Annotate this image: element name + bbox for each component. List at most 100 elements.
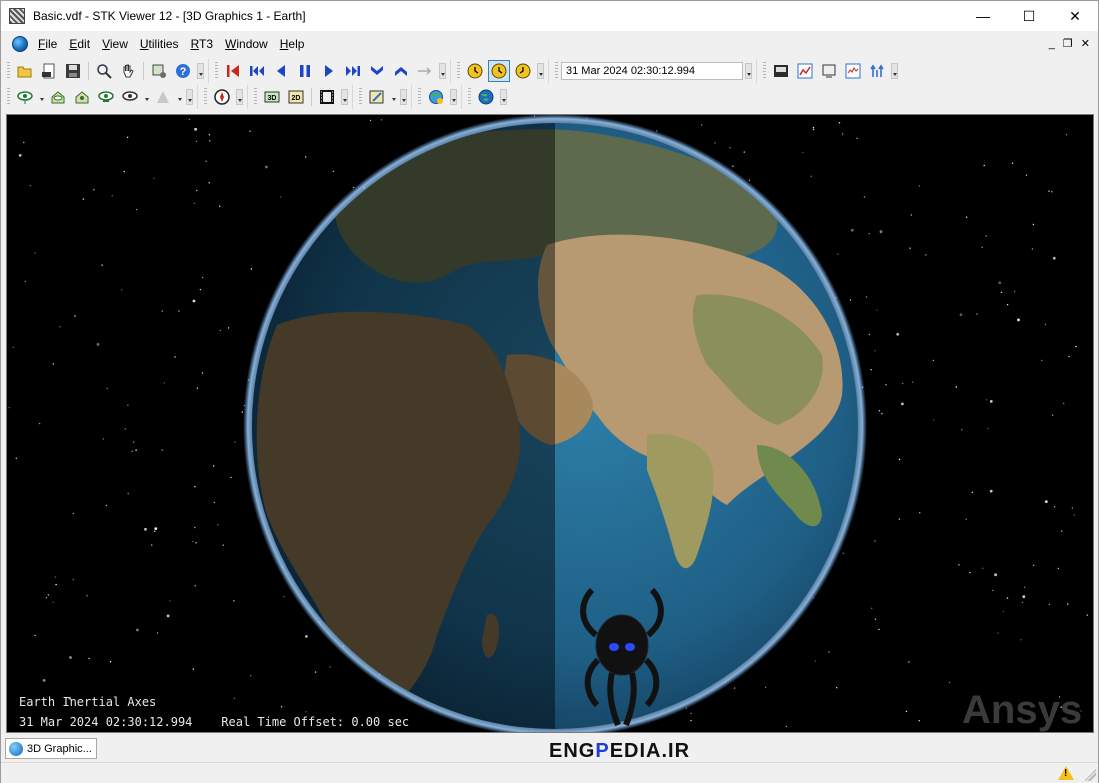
step-back-fast-button[interactable] (246, 60, 268, 82)
star (994, 573, 997, 577)
pause-button[interactable] (294, 60, 316, 82)
toolbar-grip[interactable] (215, 62, 218, 80)
clock-normal-icon (515, 63, 531, 79)
home-view-button[interactable] (47, 86, 69, 108)
earth-dropdown[interactable] (500, 89, 507, 105)
menu-edit[interactable]: Edit (63, 33, 96, 55)
open-folder-icon (17, 66, 32, 78)
toolbar-grip[interactable] (7, 62, 10, 80)
zoom-button[interactable] (93, 60, 115, 82)
star (909, 247, 911, 249)
mdi-minimize-button[interactable]: _ (1049, 33, 1055, 55)
strip-chart-button[interactable] (842, 60, 864, 82)
title-bar[interactable]: Basic.vdf - STK Viewer 12 - [3D Graphics… (1, 1, 1098, 31)
pan-button[interactable] (117, 60, 139, 82)
recent-views-button[interactable] (119, 86, 141, 108)
star (992, 589, 994, 592)
reset-button[interactable] (222, 60, 244, 82)
data-providers-button[interactable] (866, 60, 888, 82)
document-globe-icon[interactable] (12, 36, 28, 52)
toolbar-overflow-dropdown[interactable] (197, 63, 204, 79)
toolbar-grip[interactable] (763, 62, 766, 80)
toolbar-grip[interactable] (7, 88, 10, 106)
star (850, 228, 854, 232)
record-movie-button[interactable] (316, 86, 338, 108)
app-icon[interactable] (9, 8, 25, 24)
animation-time-field[interactable]: 31 Mar 2024 02:30:12.994 (561, 62, 743, 80)
star (15, 457, 17, 459)
orient-view-button[interactable] (71, 86, 93, 108)
help-button[interactable]: ? (172, 60, 194, 82)
new-3d-window-button[interactable]: 3D (261, 86, 283, 108)
map-properties-icon (369, 90, 384, 104)
menu-utilities[interactable]: Utilities (134, 33, 185, 55)
star (8, 406, 10, 409)
menu-window[interactable]: Window (219, 33, 274, 55)
menu-help[interactable]: Help (274, 33, 311, 55)
graphics-dropdown[interactable] (341, 89, 348, 105)
toolbar-grip[interactable] (254, 88, 257, 106)
view-from-dropdown[interactable] (39, 89, 46, 105)
toolbar-grip[interactable] (204, 88, 207, 106)
toolbar-grip[interactable] (359, 88, 362, 106)
toolbar-grip[interactable] (555, 62, 558, 80)
x-real-time-button[interactable] (464, 60, 486, 82)
star (202, 276, 204, 279)
store-view-icon (98, 91, 114, 102)
globe-manager-button[interactable] (425, 86, 447, 108)
minimize-button[interactable]: — (960, 1, 1006, 31)
properties-button[interactable] (148, 60, 170, 82)
star (82, 198, 85, 200)
time-field-dropdown[interactable] (745, 63, 752, 79)
step-forward-fast-button[interactable] (342, 60, 364, 82)
normal-time-button[interactable] (512, 60, 534, 82)
goto-button[interactable] (414, 60, 436, 82)
report-manager-button[interactable] (770, 60, 792, 82)
decrease-step-button[interactable] (366, 60, 388, 82)
open-button[interactable] (14, 60, 36, 82)
toolbar-grip[interactable] (457, 62, 460, 80)
new-2d-window-button[interactable]: 2D (285, 86, 307, 108)
globe-manager-dropdown[interactable] (450, 89, 457, 105)
recent-views-dropdown[interactable] (144, 89, 151, 105)
map-properties-button[interactable] (366, 86, 388, 108)
compass-dropdown[interactable] (236, 89, 243, 105)
map-properties-dropdown[interactable] (391, 89, 398, 105)
tab-3d-graphics[interactable]: 3D Graphic... (5, 738, 97, 759)
time-mode-dropdown[interactable] (537, 63, 544, 79)
star (188, 118, 190, 121)
view-from-button[interactable] (14, 86, 36, 108)
view-toolbar-overflow[interactable] (186, 89, 193, 105)
dynamic-display-button[interactable] (818, 60, 840, 82)
earth-view-button[interactable] (475, 86, 497, 108)
toolbar-grip[interactable] (418, 88, 421, 106)
menu-rt3[interactable]: RT3 (185, 33, 219, 55)
menu-file[interactable]: File (32, 33, 63, 55)
star (905, 710, 908, 713)
save-button[interactable] (62, 60, 84, 82)
increase-step-button[interactable] (390, 60, 412, 82)
close-button[interactable]: ✕ (1052, 1, 1098, 31)
earth-scene[interactable]: Ansys (7, 115, 1093, 732)
animation-overflow-dropdown[interactable] (439, 63, 446, 79)
maximize-button[interactable]: ☐ (1006, 1, 1052, 31)
play-reverse-button[interactable] (270, 60, 292, 82)
toolbar-grip[interactable] (468, 88, 471, 106)
map-toolbar-overflow[interactable] (400, 89, 407, 105)
graph-manager-button[interactable] (794, 60, 816, 82)
vdf-button[interactable] (38, 60, 60, 82)
reports-dropdown[interactable] (891, 63, 898, 79)
menu-help-label: Help (279, 37, 305, 51)
warning-icon[interactable] (1058, 766, 1074, 780)
compass-button[interactable] (211, 86, 233, 108)
star (194, 585, 196, 587)
mdi-restore-button[interactable]: ❐ (1063, 33, 1073, 55)
star (729, 147, 731, 149)
3d-graphics-viewport[interactable]: Ansys Earth Inertial Axes 31 Mar 2024 02… (6, 114, 1094, 733)
resize-grip[interactable] (1084, 769, 1096, 781)
real-time-button[interactable] (488, 60, 510, 82)
play-forward-button[interactable] (318, 60, 340, 82)
menu-view[interactable]: View (96, 33, 134, 55)
mdi-close-button[interactable]: ✕ (1081, 33, 1090, 55)
store-view-button[interactable] (95, 86, 117, 108)
